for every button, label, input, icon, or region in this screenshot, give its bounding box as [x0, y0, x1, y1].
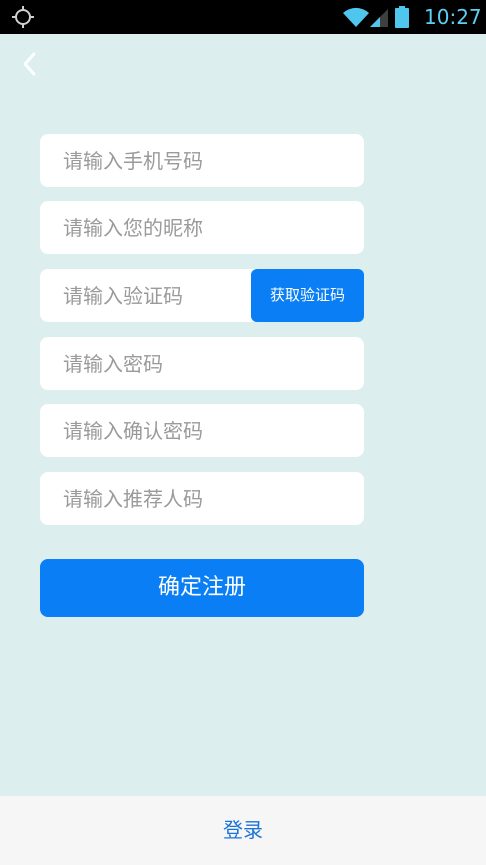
- back-button[interactable]: [16, 48, 44, 80]
- password-field: [40, 337, 364, 390]
- phone-field: [40, 134, 364, 187]
- login-link[interactable]: 登录: [200, 796, 286, 865]
- password-input[interactable]: [40, 337, 364, 390]
- signal-icon: [370, 9, 388, 27]
- nickname-field: [40, 201, 364, 254]
- register-button[interactable]: 确定注册: [40, 559, 364, 617]
- referral-code-field: [40, 472, 364, 525]
- phone-input[interactable]: [40, 134, 364, 187]
- confirm-password-field: [40, 404, 364, 457]
- bottom-bar: 登录: [0, 796, 486, 865]
- nickname-input[interactable]: [40, 201, 364, 254]
- referral-code-input[interactable]: [40, 472, 364, 525]
- chevron-left-icon: [23, 52, 36, 76]
- battery-icon: [395, 6, 409, 28]
- gps-icon: [12, 6, 34, 28]
- confirm-password-input[interactable]: [40, 404, 364, 457]
- verification-code-field: 获取验证码: [40, 269, 364, 322]
- wifi-icon: [343, 7, 369, 28]
- verification-code-input[interactable]: [40, 269, 250, 322]
- status-time: 10:27: [424, 5, 482, 29]
- status-bar: 10:27: [0, 0, 486, 34]
- get-code-button[interactable]: 获取验证码: [251, 269, 364, 322]
